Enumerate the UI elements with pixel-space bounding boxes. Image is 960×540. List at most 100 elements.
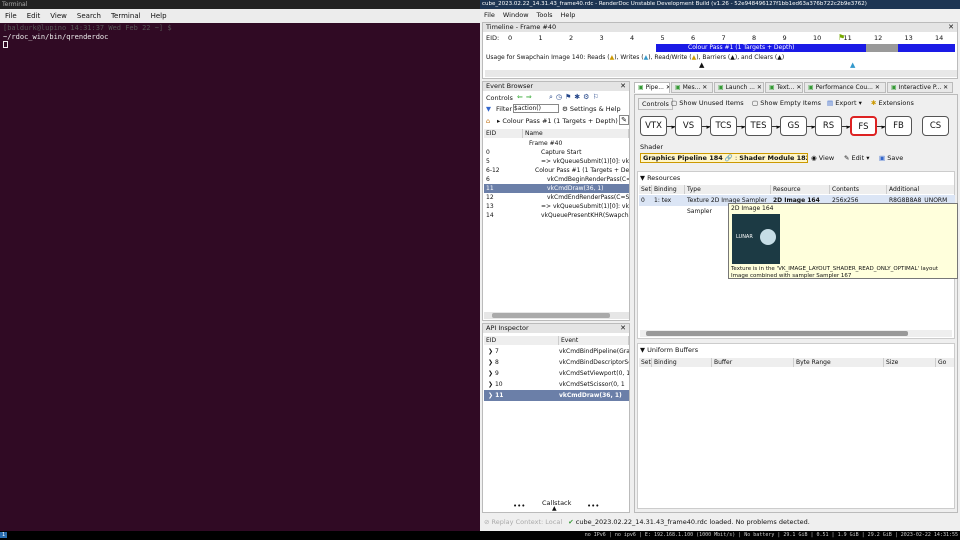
home-icon[interactable]: ⌂ (486, 117, 490, 125)
stage-fs[interactable]: FS (850, 116, 877, 136)
terminal-menu-edit[interactable]: Edit (22, 12, 46, 20)
expand-chevron-icon[interactable]: ❯ (488, 348, 495, 355)
filter-input[interactable]: $action() (513, 104, 559, 113)
timeline-eid-label: EID: (486, 34, 500, 42)
rd-menu-file[interactable]: File (480, 11, 499, 19)
expand-chevron-icon[interactable]: ❯ (488, 381, 495, 388)
stage-vtx[interactable]: VTX (640, 116, 667, 136)
ub-col-binding[interactable]: Binding (652, 358, 712, 367)
tab-launch[interactable]: ▣ Launch ... ✕ (714, 82, 764, 93)
settings-help-button[interactable]: ⚙ Settings & Help (562, 105, 621, 113)
extensions-icon: ✱ (871, 99, 877, 107)
save-shader-button[interactable]: ▣ Save (879, 154, 903, 162)
timeline-tick: 5 (660, 34, 665, 42)
ub-col-buffer[interactable]: Buffer (712, 358, 794, 367)
rd-menu-window[interactable]: Window (499, 11, 533, 19)
uniform-buffers-header[interactable]: ▼ Uniform Buffers (640, 346, 698, 354)
rd-menu-help[interactable]: Help (557, 11, 580, 19)
event-row[interactable]: 5 => vkQueueSubmit(1)[0]: vkBeginC (484, 157, 629, 166)
timeline-scrollbar[interactable] (485, 70, 957, 77)
api-eid-value: 10 (494, 381, 503, 388)
event-row[interactable]: 6-12 Colour Pass #1 (1 Targets + Depth) (484, 166, 629, 175)
replay-context: ⊘ Replay Context: Local (484, 518, 563, 526)
event-row[interactable]: 12 vkCmdEndRenderPass(C=Store, DS= (484, 193, 629, 202)
callstack-chevron-up-icon[interactable]: ▲ (552, 505, 557, 512)
event-eid: 0 (486, 149, 490, 156)
terminal-menu-help[interactable]: Help (146, 12, 172, 20)
terminal-window[interactable]: Terminal File Edit View Search Terminal … (0, 0, 480, 531)
res-col-type[interactable]: Type (685, 185, 771, 194)
tooltip-sampler-line: Image combined with sampler Sampler 167 (731, 273, 852, 279)
event-row[interactable]: Frame #40 (484, 139, 629, 148)
shader-name-field[interactable]: Graphics Pipeline 184 🔗 : Shader Module … (640, 153, 808, 163)
link-icon: 🔗 (724, 154, 733, 162)
callstack-dots-left-icon[interactable]: ••• (513, 502, 525, 510)
event-browser-title: Event Browser (483, 82, 629, 91)
rd-menu-tools[interactable]: Tools (533, 11, 557, 19)
api-col-eid[interactable]: EID (484, 336, 559, 345)
api-row[interactable]: ❯ 7vkCmdBindPipeline(Graphics (484, 346, 629, 357)
ub-col-go[interactable]: Go (936, 358, 955, 367)
eb-col-eid[interactable]: EID (484, 129, 523, 138)
stage-fb[interactable]: FB (885, 116, 912, 136)
res-col-resource[interactable]: Resource (771, 185, 830, 194)
extensions-button[interactable]: ✱ Extensions (871, 99, 914, 107)
resources-hscrollbar[interactable] (640, 330, 952, 337)
workspace-indicator[interactable]: 1 (0, 532, 8, 538)
terminal-menu-file[interactable]: File (0, 12, 22, 20)
expand-chevron-icon[interactable]: ❯ (488, 370, 495, 377)
resources-header[interactable]: ▼ Resources (640, 174, 680, 182)
tab-texture-viewer[interactable]: ▣ Text... ✕ (765, 82, 803, 93)
api-row[interactable]: ❯ 9 vkCmdSetViewport(0, 1 (484, 368, 629, 379)
timeline-colour-pass-bar[interactable]: Colour Pass #1 (1 Targets + Depth) (686, 44, 866, 52)
tab-interactive-python[interactable]: ▣ Interactive P... ✕ (887, 82, 953, 93)
event-row[interactable]: 6 vkCmdBeginRenderPass(C=Clear, D (484, 175, 629, 184)
event-row[interactable]: 13 => vkQueueSubmit(1)[0]: vkEndCom (484, 202, 629, 211)
res-col-set[interactable]: Set (639, 185, 652, 194)
event-row[interactable]: 14 vkQueuePresentKHR(Swapchain (484, 211, 629, 220)
ub-col-set[interactable]: Set (639, 358, 652, 367)
eb-nav-arrows-icon[interactable]: ⇐⇒ (517, 93, 535, 101)
tab-messages[interactable]: ▣ Mes... ✕ (671, 82, 713, 93)
api-col-event[interactable]: Event (559, 336, 629, 345)
renderdoc-window[interactable]: cube_2023.02.22_14.31.43_frame40.rdc - R… (480, 0, 960, 531)
api-row[interactable]: ❯ 8vkCmdBindDescriptorSets (484, 357, 629, 368)
res-col-binding[interactable]: Binding (652, 185, 685, 194)
stage-gs[interactable]: GS (780, 116, 807, 136)
breadcrumb[interactable]: ▸ Colour Pass #1 (1 Targets + Depth) (497, 117, 618, 125)
show-empty-button[interactable]: ▢ Show Empty Items (752, 99, 821, 107)
show-unused-button[interactable]: ▢ Show Unused Items (671, 99, 744, 107)
stage-cs[interactable]: CS (922, 116, 949, 136)
eb-hscrollbar[interactable] (484, 312, 629, 319)
res-col-contents[interactable]: Contents (830, 185, 887, 194)
eb-toolbar-icons[interactable]: ⌕◷⚑✱⚙⚐ (549, 93, 602, 102)
event-row[interactable]: 11 vkCmdDraw(36, 1) (484, 184, 629, 193)
ub-col-size[interactable]: Size (884, 358, 936, 367)
stage-vs[interactable]: VS (675, 116, 702, 136)
res-col-additional[interactable]: Additional (887, 185, 955, 194)
eb-col-name[interactable]: Name (523, 129, 629, 138)
shader-label: Shader (640, 143, 664, 151)
tab-performance-counters[interactable]: ▣ Performance Cou... ✕ (804, 82, 886, 93)
terminal-menu-terminal[interactable]: Terminal (106, 12, 146, 20)
export-button[interactable]: ▤ Export ▾ (827, 99, 862, 107)
timeline-close-icon[interactable]: ✕ (948, 23, 954, 31)
api-row[interactable]: ❯ 11 vkCmdDraw(36, 1) (484, 390, 629, 401)
api-inspector-close-icon[interactable]: ✕ (620, 324, 626, 332)
callstack-dots-right-icon[interactable]: ••• (587, 502, 599, 510)
terminal-menu-view[interactable]: View (45, 12, 72, 20)
event-browser-close-icon[interactable]: ✕ (620, 82, 626, 90)
stage-tes[interactable]: TES (745, 116, 772, 136)
tooltip-title: 2D Image 164 (731, 205, 774, 212)
ub-col-byte-range[interactable]: Byte Range (794, 358, 884, 367)
terminal-menu-search[interactable]: Search (72, 12, 106, 20)
edit-pencil-icon[interactable]: ✎ (619, 115, 629, 125)
api-row[interactable]: ❯ 10 vkCmdSetScissor(0, 1 (484, 379, 629, 390)
expand-chevron-icon[interactable]: ❯ (488, 359, 495, 366)
stage-rs[interactable]: RS (815, 116, 842, 136)
stage-tcs[interactable]: TCS (710, 116, 737, 136)
edit-shader-button[interactable]: ✎ Edit ▾ (844, 154, 869, 162)
view-shader-button[interactable]: ◉ View (811, 154, 834, 162)
event-row[interactable]: 0 Capture Start (484, 148, 629, 157)
tab-pipeline-state[interactable]: ▣ Pipe... ✕ (634, 82, 670, 93)
